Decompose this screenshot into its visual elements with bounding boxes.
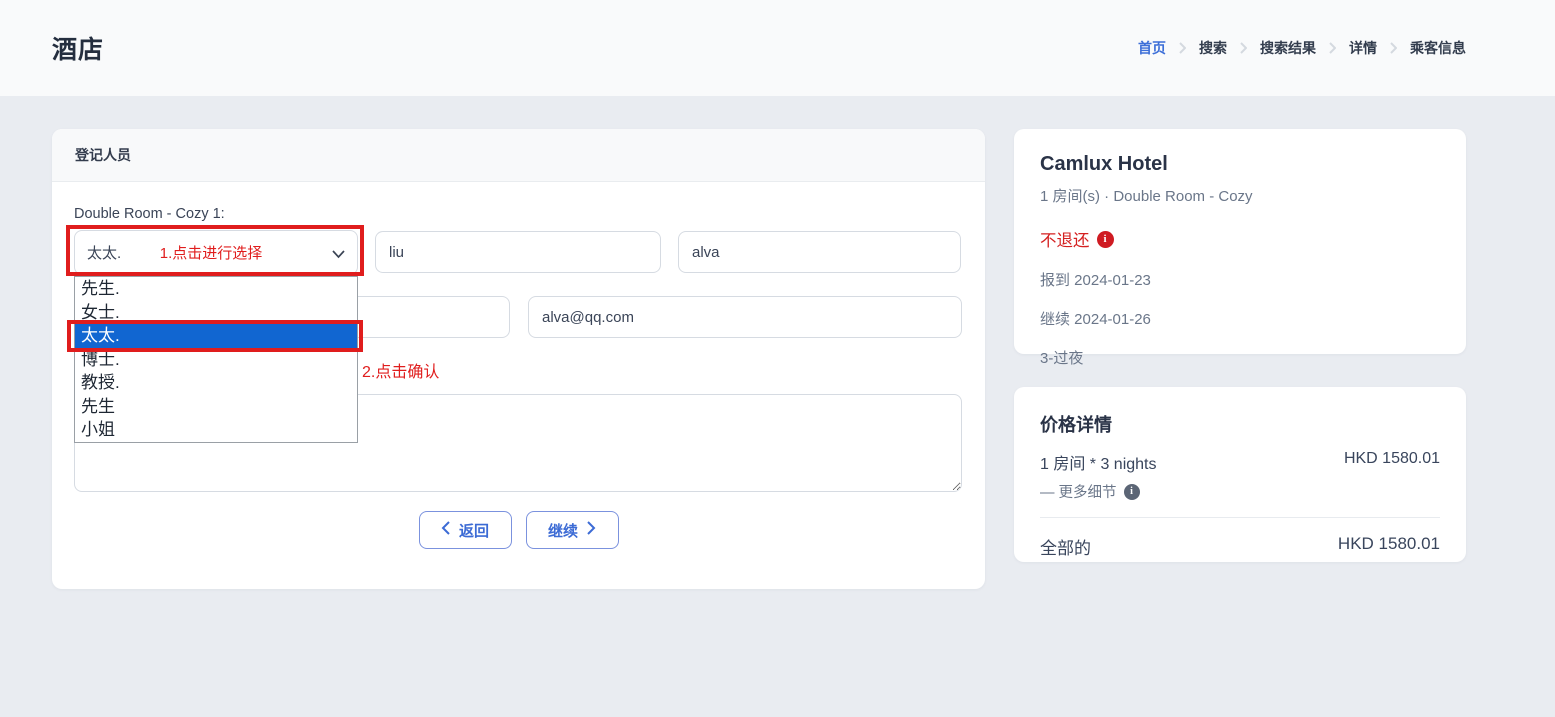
dropdown-option[interactable]: 教授. <box>75 371 357 395</box>
dropdown-option[interactable]: 博士. <box>75 348 357 372</box>
title-select-wrap: 太太. 1.点击进行选择 先生. 女士. 太太. 博士. 教授. 先生 小姐 <box>74 230 358 275</box>
email-field[interactable] <box>528 296 962 338</box>
room-guest-label: Double Room - Cozy 1: <box>74 206 963 222</box>
chevron-right-icon <box>587 521 596 539</box>
name-row: 太太. 1.点击进行选择 先生. 女士. 太太. 博士. 教授. 先生 小姐 <box>74 230 963 275</box>
dropdown-option-selected[interactable]: 太太. <box>75 324 357 348</box>
room-summary: 1 房间(s) · Double Room - Cozy <box>1040 185 1440 206</box>
chevron-right-icon <box>1179 42 1186 54</box>
more-details-label: — 更多细节 <box>1040 481 1117 502</box>
refund-policy: 不退还 i <box>1040 227 1440 251</box>
title-select-dropdown: 先生. 女士. 太太. 博士. 教授. 先生 小姐 <box>74 276 358 443</box>
chevron-down-icon <box>331 246 346 266</box>
info-icon[interactable]: i <box>1124 484 1140 500</box>
title-select[interactable]: 太太. 1.点击进行选择 <box>74 230 358 275</box>
breadcrumb: 首页 搜索 搜索结果 详情 乘客信息 <box>1138 38 1466 58</box>
registration-form: Double Room - Cozy 1: 太太. 1.点击进行选择 先生. 女… <box>52 182 985 549</box>
booking-summary: Camlux Hotel 1 房间(s) · Double Room - Coz… <box>1014 129 1466 562</box>
registration-card-header: 登记人员 <box>52 129 985 182</box>
annotation-step2-label: 2.点击确认 <box>362 358 439 382</box>
dropdown-option[interactable]: 小姐 <box>75 418 357 442</box>
divider <box>1040 517 1440 518</box>
breadcrumb-home[interactable]: 首页 <box>1138 38 1166 58</box>
refund-policy-label: 不退还 <box>1040 227 1090 251</box>
chevron-right-icon <box>1390 42 1397 54</box>
dropdown-option[interactable]: 女士. <box>75 301 357 325</box>
chevron-right-icon <box>1329 42 1336 54</box>
price-line-amount: HKD 1580.01 <box>1344 450 1440 474</box>
chevron-left-icon <box>441 521 450 539</box>
back-button[interactable]: 返回 <box>419 511 512 549</box>
continue-button-label: 继续 <box>548 520 578 541</box>
top-header: 酒店 首页 搜索 搜索结果 详情 乘客信息 <box>0 0 1555 96</box>
title-select-value: 太太. <box>87 242 121 263</box>
price-card: 价格详情 1 房间 * 3 nights HKD 1580.01 — 更多细节 … <box>1014 387 1466 562</box>
price-line-label: 1 房间 * 3 nights <box>1040 450 1157 474</box>
total-label: 全部的 <box>1040 534 1091 559</box>
info-icon[interactable]: i <box>1097 231 1114 248</box>
nights-count: 3-过夜 <box>1040 347 1440 368</box>
chevron-right-icon <box>1240 42 1247 54</box>
hotel-name: Camlux Hotel <box>1040 153 1440 176</box>
last-name-field[interactable] <box>678 231 961 273</box>
total-amount: HKD 1580.01 <box>1338 534 1440 559</box>
breadcrumb-details[interactable]: 详情 <box>1349 38 1377 58</box>
more-details-row: — 更多细节 i <box>1040 481 1440 502</box>
form-actions: 返回 继续 <box>74 511 963 549</box>
breadcrumb-passenger-info[interactable]: 乘客信息 <box>1410 38 1466 58</box>
price-card-title: 价格详情 <box>1040 411 1440 437</box>
dropdown-option[interactable]: 先生 <box>75 395 357 419</box>
breadcrumb-search[interactable]: 搜索 <box>1199 38 1227 58</box>
breadcrumb-search-results[interactable]: 搜索结果 <box>1260 38 1316 58</box>
price-line-item: 1 房间 * 3 nights HKD 1580.01 <box>1040 450 1440 474</box>
registration-card: 登记人员 Double Room - Cozy 1: 太太. 1.点击进行选择 … <box>52 129 985 589</box>
check-in-date: 报到 2024-01-23 <box>1040 269 1440 290</box>
continue-button[interactable]: 继续 <box>526 511 619 549</box>
main-content: 登记人员 Double Room - Cozy 1: 太太. 1.点击进行选择 … <box>0 96 1555 589</box>
annotation-step1-label: 1.点击进行选择 <box>101 242 321 263</box>
hotel-card: Camlux Hotel 1 房间(s) · Double Room - Coz… <box>1014 129 1466 354</box>
page-title: 酒店 <box>52 30 104 66</box>
check-out-date: 继续 2024-01-26 <box>1040 308 1440 329</box>
total-row: 全部的 HKD 1580.01 <box>1040 534 1440 559</box>
dropdown-option[interactable]: 先生. <box>75 277 357 301</box>
first-name-field[interactable] <box>375 231 661 273</box>
back-button-label: 返回 <box>459 520 489 541</box>
